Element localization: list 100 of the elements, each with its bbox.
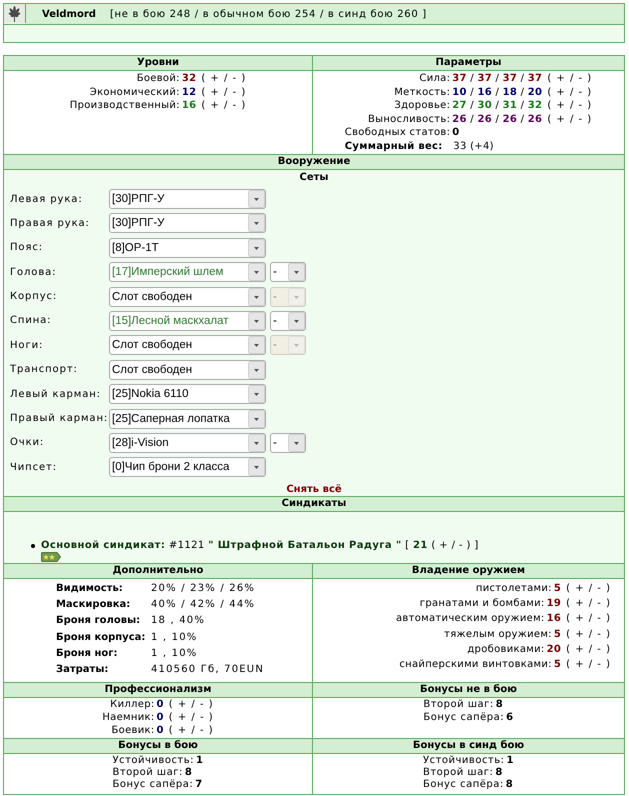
item-select[interactable]: Слот свободен <box>109 360 266 380</box>
caret-icon <box>248 190 265 208</box>
item-select[interactable]: [15]Лесной маскхалат <box>109 310 266 331</box>
plus-minus-links[interactable]: ( + / - ) <box>542 86 592 100</box>
plus-minus-links[interactable]: ( + / - ) <box>561 613 611 624</box>
extra-label: Маскировка: <box>56 598 132 612</box>
extra-value: 410560 Гб, 70EUN <box>150 663 264 678</box>
bonus-label: Бонус сапёра: <box>423 712 504 723</box>
slot-label: Чипсет: <box>10 462 58 473</box>
item-select[interactable]: [30]РПГ-У <box>109 213 266 234</box>
bonus-label: Второй шаг: <box>112 767 183 778</box>
caret-icon <box>288 312 305 330</box>
bonus-value: 7 <box>194 779 203 790</box>
slot-label: Ноги: <box>10 340 44 351</box>
caret-icon <box>248 385 265 404</box>
plus-minus-links[interactable]: ( + / - ) <box>561 628 611 640</box>
player-name: Veldmord <box>42 8 96 20</box>
stat-values: 37 / 37 / 37 / 37 <box>451 72 542 86</box>
stat-label: Выносливость: <box>366 112 450 126</box>
item-select[interactable]: [30]РПГ-У <box>109 189 266 209</box>
item-select[interactable]: [17]Имперский шлем <box>109 262 266 282</box>
skill-label: Боевик: <box>110 724 155 737</box>
caret-icon <box>248 336 265 354</box>
extra-value: 20% / 23% / 26% <box>150 582 256 596</box>
section-header: Бонусы не в бою <box>313 683 624 698</box>
plus-minus-links[interactable]: ( + / - ) <box>561 583 611 594</box>
weapon-label: тяжелым оружием: <box>444 628 552 640</box>
plus-minus-links[interactable]: ( + / - ) <box>164 711 214 724</box>
item-select[interactable]: [28]i-Vision <box>109 432 266 453</box>
caret-icon <box>248 312 265 330</box>
caret-icon <box>288 263 305 282</box>
plus-minus-links[interactable]: ( + / - ) <box>561 644 611 655</box>
item-select[interactable]: [0]Чип брони 2 класса <box>109 457 266 478</box>
plus-minus-links[interactable]: ( + / - ) <box>196 86 246 100</box>
level-label: Экономический: <box>88 86 180 100</box>
slot-label: Пояс: <box>10 242 44 254</box>
plus-minus-links[interactable]: ( + / - ) <box>561 659 611 670</box>
mod-select[interactable]: - <box>270 432 306 453</box>
section-header: Профессионализм <box>4 683 313 698</box>
slot-label: Правый карман: <box>10 413 109 424</box>
bonus-label: Второй шаг: <box>423 699 494 710</box>
stat-values: 27 / 30 / 31 / 32 <box>451 99 542 113</box>
section-header: Синдикаты <box>4 497 624 512</box>
bonus-label: Бонус сапёра: <box>112 779 194 790</box>
item-select[interactable]: [25]Nokia 6110 <box>109 384 266 404</box>
syndicate-line: Основной синдикат: #1121 " Штрафной Батальон Радуга " [ 21 ( + / - ) ] <box>41 539 479 552</box>
bullet-icon <box>31 544 35 548</box>
plus-minus-links[interactable]: ( + / - ) <box>542 72 592 86</box>
caret-icon <box>248 410 265 428</box>
item-select[interactable]: [25]Саперная лопатка <box>109 408 266 429</box>
plus-minus-links[interactable]: ( + / - ) <box>164 724 214 737</box>
rank-badge-icon <box>41 552 61 562</box>
slot-label: Транспорт: <box>10 364 79 376</box>
bonus-label: Второй шаг: <box>422 767 494 778</box>
bonus-value: 1 <box>506 755 514 766</box>
slot-label: Голова: <box>10 266 58 278</box>
sets-label: Сеты <box>298 171 330 185</box>
extra-value: 1 , 10% <box>150 646 199 661</box>
weapon-label: дробовиками: <box>467 644 545 655</box>
weapon-value: 5 <box>552 583 562 594</box>
section-header: Бонусы в синд бою <box>313 739 624 754</box>
plus-minus-links[interactable]: ( + / - ) <box>542 99 592 113</box>
stat-values: 26 / 26 / 26 / 26 <box>451 112 542 126</box>
mod-select[interactable]: - <box>270 262 306 282</box>
stat-values: 10 / 16 / 18 / 20 <box>451 86 542 100</box>
caret-icon <box>248 214 265 232</box>
total-weight-value: 33 (+4) <box>452 140 495 154</box>
level-label: Боевой: <box>136 72 180 86</box>
caret-icon <box>248 360 265 379</box>
extra-value: 18 , 40% <box>150 614 206 628</box>
plus-minus-links[interactable]: ( + / - ) <box>196 99 246 113</box>
mod-select[interactable]: - <box>270 310 306 331</box>
item-select[interactable]: Слот свободен <box>109 286 266 307</box>
weapon-value: 5 <box>552 628 562 640</box>
slot-label: Правая рука: <box>10 218 91 229</box>
plus-minus-links[interactable]: ( + / - ) <box>542 112 592 126</box>
bonus-value: 8 <box>504 779 514 790</box>
item-select[interactable]: Слот свободен <box>109 335 266 356</box>
plus-minus-links[interactable]: ( + / - ) <box>164 698 214 711</box>
skill-label: Киллер: <box>109 698 155 711</box>
remove-all-link[interactable]: Снять всё <box>286 484 342 496</box>
plus-minus-links[interactable]: ( + / - ) <box>196 72 246 86</box>
extra-value: 40% / 42% / 44% <box>150 598 256 612</box>
section-header: Вооружение <box>4 155 624 170</box>
slot-label: Левая рука: <box>10 194 84 204</box>
extra-label: Броня корпуса: <box>56 630 146 645</box>
skill-value: 0 <box>156 724 164 737</box>
level-label: Производственный: <box>70 99 180 113</box>
section-header: Владение оружием <box>313 564 624 579</box>
level-value: 32 <box>180 72 196 86</box>
bonus-value: 8 <box>494 767 503 778</box>
item-select[interactable]: [8]ОР-1Т <box>109 238 266 258</box>
caret-icon <box>248 263 265 282</box>
weapon-label: снайперскими винтовками: <box>399 659 552 670</box>
caret-icon <box>288 288 305 306</box>
extra-label: Затраты: <box>56 663 110 678</box>
plus-minus-links[interactable]: ( + / - ) <box>561 598 611 610</box>
extra-label: Броня ног: <box>56 646 118 661</box>
bonus-value: 1 <box>195 755 204 766</box>
bonus-value: 8 <box>494 699 504 710</box>
